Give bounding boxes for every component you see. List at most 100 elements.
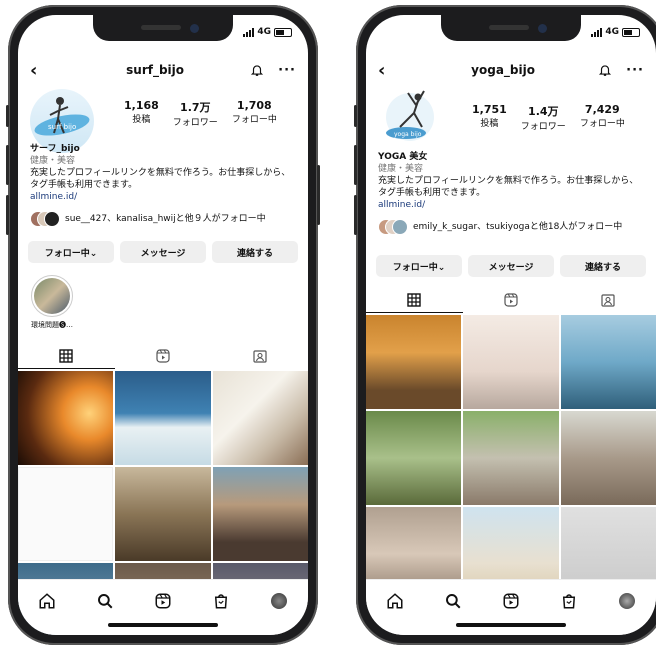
profile-actions: フォロー中⌄ メッセージ 連絡する (28, 241, 298, 263)
posts-stat[interactable]: 1,751 投稿 (472, 103, 507, 132)
power-button (317, 165, 320, 225)
home-icon[interactable] (384, 590, 406, 612)
category-label: 健康・美容 (378, 164, 424, 174)
follower-avatars (30, 211, 60, 227)
bell-icon[interactable] (598, 63, 612, 77)
following-stat[interactable]: 1,708 フォロー中 (232, 99, 277, 128)
svg-text:yoga bijo: yoga bijo (394, 131, 422, 138)
status-bar: 4G (243, 27, 292, 37)
signal-icon (591, 27, 603, 37)
grid-icon (59, 348, 74, 363)
profile-bio: YOGA 美女 健康・美容 充実したプロフィールリンクを無料で作ろう。お仕事探し… (378, 151, 644, 211)
network-label: 4G (605, 27, 619, 37)
profile-header: ‹ surf_bijo ··· (18, 59, 308, 81)
message-button[interactable]: メッセージ (120, 241, 206, 263)
followers-stat[interactable]: 1.4万 フォロワー (521, 103, 566, 132)
post-thumbnail[interactable] (463, 411, 559, 505)
volume-up-button (354, 145, 357, 185)
profile-tabs (18, 343, 308, 369)
search-icon[interactable] (94, 590, 116, 612)
bio-text: 充実したプロフィールリンクを無料で作ろう。お仕事探しから、タグ手帳も利用できます… (30, 168, 291, 190)
mute-switch (6, 105, 9, 127)
post-thumbnail[interactable] (560, 315, 656, 409)
post-thumbnail[interactable] (212, 467, 308, 561)
bottom-nav (366, 579, 656, 635)
following-stat[interactable]: 7,429 フォロー中 (580, 103, 625, 132)
phone-screen: 4G ‹ yoga_bijo ··· yoga bijo 1,751 投稿 1.… (366, 15, 656, 635)
bio-link[interactable]: allmine.id/ (30, 191, 296, 203)
category-label: 健康・美容 (30, 156, 76, 166)
post-thumbnail[interactable] (366, 411, 462, 505)
shop-icon[interactable] (210, 590, 232, 612)
post-thumbnail[interactable] (18, 467, 114, 561)
profile-actions: フォロー中⌄ メッセージ 連絡する (376, 255, 646, 277)
battery-icon (622, 27, 640, 37)
following-button[interactable]: フォロー中⌄ (28, 241, 114, 263)
search-icon[interactable] (442, 590, 464, 612)
phone-surf-bijo: 4G ‹ surf_bijo ··· surf bijo 1,168 投稿 1.… (6, 5, 320, 645)
home-indicator (108, 623, 218, 627)
post-grid (366, 315, 656, 601)
following-button[interactable]: フォロー中⌄ (376, 255, 462, 277)
post-thumbnail[interactable] (212, 371, 308, 465)
chevron-left-icon[interactable]: ‹ (378, 60, 408, 81)
profile-icon[interactable] (268, 590, 290, 612)
reels-icon[interactable] (500, 590, 522, 612)
tagged-icon (601, 294, 615, 307)
yoga-logo: yoga bijo (386, 90, 434, 141)
tab-posts[interactable] (366, 287, 463, 313)
shop-icon[interactable] (558, 590, 580, 612)
tab-tagged[interactable] (559, 287, 656, 313)
posts-stat[interactable]: 1,168 投稿 (124, 99, 159, 128)
message-button[interactable]: メッセージ (468, 255, 554, 277)
post-thumbnail[interactable] (18, 371, 114, 465)
profile-stats: 1,751 投稿 1.4万 フォロワー 7,429 フォロー中 (472, 103, 625, 132)
tagged-icon (253, 350, 267, 363)
profile-summary: yoga bijo 1,751 投稿 1.4万 フォロワー 7,429 フォロー中 (378, 83, 644, 153)
signal-icon (243, 27, 255, 37)
post-thumbnail[interactable] (560, 411, 656, 505)
followers-stat[interactable]: 1.7万 フォロワー (173, 99, 218, 128)
username-title: yoga_bijo (471, 63, 535, 77)
profile-icon[interactable] (616, 590, 638, 612)
phone-yoga-bijo: 4G ‹ yoga_bijo ··· yoga bijo 1,751 投稿 1.… (354, 5, 656, 645)
profile-bio: サーフ_bijo 健康・美容 充実したプロフィールリンクを無料で作ろう。お仕事探… (30, 143, 296, 203)
reels-icon (504, 293, 518, 307)
highlight-cover (31, 275, 73, 317)
followed-by-text: sue__427、kanalisa_hwijと他９人がフォロー中 (65, 213, 266, 224)
post-thumbnail[interactable] (115, 467, 211, 561)
follower-avatars (378, 219, 408, 235)
bottom-nav (18, 579, 308, 635)
post-thumbnail[interactable] (366, 315, 462, 409)
display-name: サーフ_bijo (30, 144, 80, 154)
battery-icon (274, 27, 292, 37)
grid-icon (407, 292, 422, 307)
followed-by[interactable]: sue__427、kanalisa_hwijと他９人がフォロー中 (30, 211, 300, 227)
tab-posts[interactable] (18, 343, 115, 369)
story-highlight[interactable]: 環境問題🅢… (26, 275, 78, 330)
followed-by-text: emily_k_sugar、tsukiyogaと他18人がフォロー中 (413, 221, 623, 232)
tab-reels[interactable] (463, 287, 560, 313)
profile-tabs (366, 287, 656, 313)
profile-stats: 1,168 投稿 1.7万 フォロワー 1,708 フォロー中 (124, 99, 277, 128)
contact-button[interactable]: 連絡する (560, 255, 646, 277)
more-icon[interactable]: ··· (278, 63, 296, 78)
contact-button[interactable]: 連絡する (212, 241, 298, 263)
username-title: surf_bijo (126, 63, 185, 77)
followed-by[interactable]: emily_k_sugar、tsukiyogaと他18人がフォロー中 (378, 219, 648, 235)
notch (441, 15, 581, 41)
tab-reels[interactable] (115, 343, 212, 369)
network-label: 4G (257, 27, 271, 37)
post-thumbnail[interactable] (115, 371, 211, 465)
chevron-left-icon[interactable]: ‹ (30, 60, 60, 81)
bell-icon[interactable] (250, 63, 264, 77)
profile-header: ‹ yoga_bijo ··· (366, 59, 656, 81)
avatar[interactable]: yoga bijo (378, 83, 442, 147)
tab-tagged[interactable] (211, 343, 308, 369)
more-icon[interactable]: ··· (626, 63, 644, 78)
post-thumbnail[interactable] (463, 315, 559, 409)
home-icon[interactable] (36, 590, 58, 612)
notch (93, 15, 233, 41)
reels-icon[interactable] (152, 590, 174, 612)
bio-link[interactable]: allmine.id/ (378, 199, 644, 211)
